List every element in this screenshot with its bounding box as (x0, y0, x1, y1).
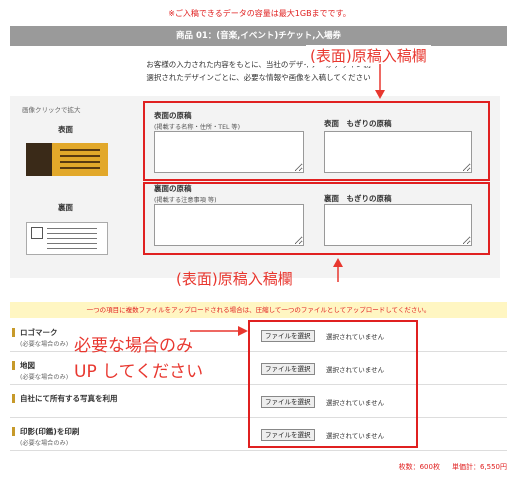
back-stub-title: 裏面 もぎりの原稿 (324, 194, 392, 203)
total-price-text: 単価計：6,550円 (451, 463, 507, 471)
annotation-upload-note: 必要な場合のみ UP してください (74, 333, 203, 385)
upload-label: 印影(印鑑)を印刷 (11, 427, 80, 436)
back-manuscript-textarea[interactable] (154, 204, 304, 246)
back-thumbnail[interactable] (26, 222, 108, 255)
enlarge-hint: 画像クリックで拡大 (22, 106, 81, 114)
arrow-up-icon (333, 258, 343, 282)
front-stub-title: 表面 もぎりの原稿 (324, 119, 392, 128)
upload-buttons-box (248, 320, 418, 448)
upload-label: 自社にて所有する写真を利用 (12, 394, 118, 403)
front-preview-label: 表面 (58, 125, 73, 134)
upload-note-line-1: 必要な場合のみ (74, 336, 193, 356)
back-manuscript-title: 裏面の原稿 (154, 184, 192, 193)
intro-line-2: 選択されたデザインごとに、必要な情報や画像を入稿してください (146, 73, 371, 82)
upload-hint: (必要な場合のみ) (20, 374, 69, 381)
product-title-bar: 商品 01：(音楽,イベント)チケット,入場券 (10, 26, 507, 46)
intro-line-1: お客様の入力された内容をもとに、当社のデザイナーがデザイン制 (146, 60, 371, 69)
intro-text: お客様の入力された内容をもとに、当社のデザイナーがデザイン制 選択されたデザイン… (10, 58, 507, 84)
upload-label: 地図 (12, 361, 35, 370)
back-preview-label: 裏面 (58, 203, 73, 212)
quantity-text: 枚数：600枚 (398, 463, 440, 471)
upload-hint: (必要な場合のみ) (20, 440, 69, 447)
multi-file-warning: 一つの項目に複数ファイルをアップロードされる場合は、圧縮して一つのファイルとして… (10, 302, 507, 318)
front-manuscript-title: 表面の原稿 (154, 111, 192, 120)
arrow-down-icon (375, 64, 385, 99)
front-stub-textarea[interactable] (324, 131, 472, 173)
annotation-front-bottom: (表面)原稿入稿欄 (176, 270, 293, 288)
arrow-right-icon (190, 326, 248, 336)
front-thumbnail[interactable] (26, 143, 108, 176)
back-stub-textarea[interactable] (324, 204, 472, 246)
capacity-notice: ※ご入稿できるデータの容量は最大1GBまでです。 (168, 9, 351, 18)
upload-note-line-2: UP してください (74, 362, 204, 382)
upload-hint: (必要な場合のみ) (20, 341, 69, 348)
upload-label: ロゴマーク (12, 328, 58, 337)
front-manuscript-hint: (掲載する名称・住所・TEL 等) (154, 124, 240, 131)
order-summary: 枚数：600枚 単価計：6,550円 (10, 462, 507, 472)
back-manuscript-hint: (掲載する注意事項 等) (154, 197, 217, 204)
annotation-front-top: (表面)原稿入稿欄 (306, 45, 431, 66)
front-manuscript-textarea[interactable] (154, 131, 304, 173)
